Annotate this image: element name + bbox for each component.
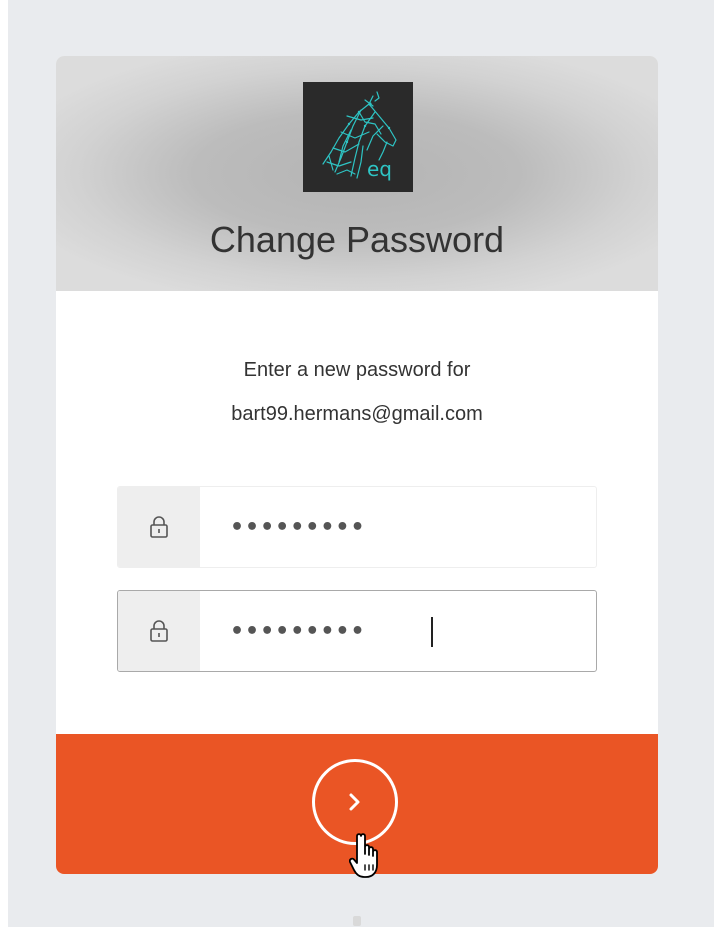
card-header: eq Change Password <box>56 56 658 291</box>
confirm-password-field[interactable] <box>117 590 597 672</box>
new-password-field[interactable] <box>117 486 597 568</box>
account-email: bart99.hermans@gmail.com <box>231 403 483 425</box>
new-password-addon <box>118 487 200 567</box>
lock-icon <box>150 516 168 538</box>
confirm-password-input[interactable] <box>200 591 596 671</box>
change-password-card: eq Change Password Enter a new password … <box>56 56 658 874</box>
instructions-text: Enter a new password for <box>243 359 471 381</box>
lock-icon <box>150 620 168 642</box>
instructions: Enter a new password for bart99.hermans@… <box>56 356 658 444</box>
page-title: Change Password <box>209 219 505 260</box>
logo-text: eq <box>367 157 392 181</box>
page-edge <box>0 0 8 927</box>
horse-logo: eq <box>303 82 413 192</box>
text-caret <box>431 617 433 647</box>
confirm-password-addon <box>118 591 200 671</box>
chevron-right-icon <box>349 793 360 811</box>
stray-mark <box>353 916 361 926</box>
horse-logo-icon: eq <box>322 91 397 181</box>
hand-cursor-icon <box>349 833 378 878</box>
new-password-input[interactable] <box>200 487 596 567</box>
